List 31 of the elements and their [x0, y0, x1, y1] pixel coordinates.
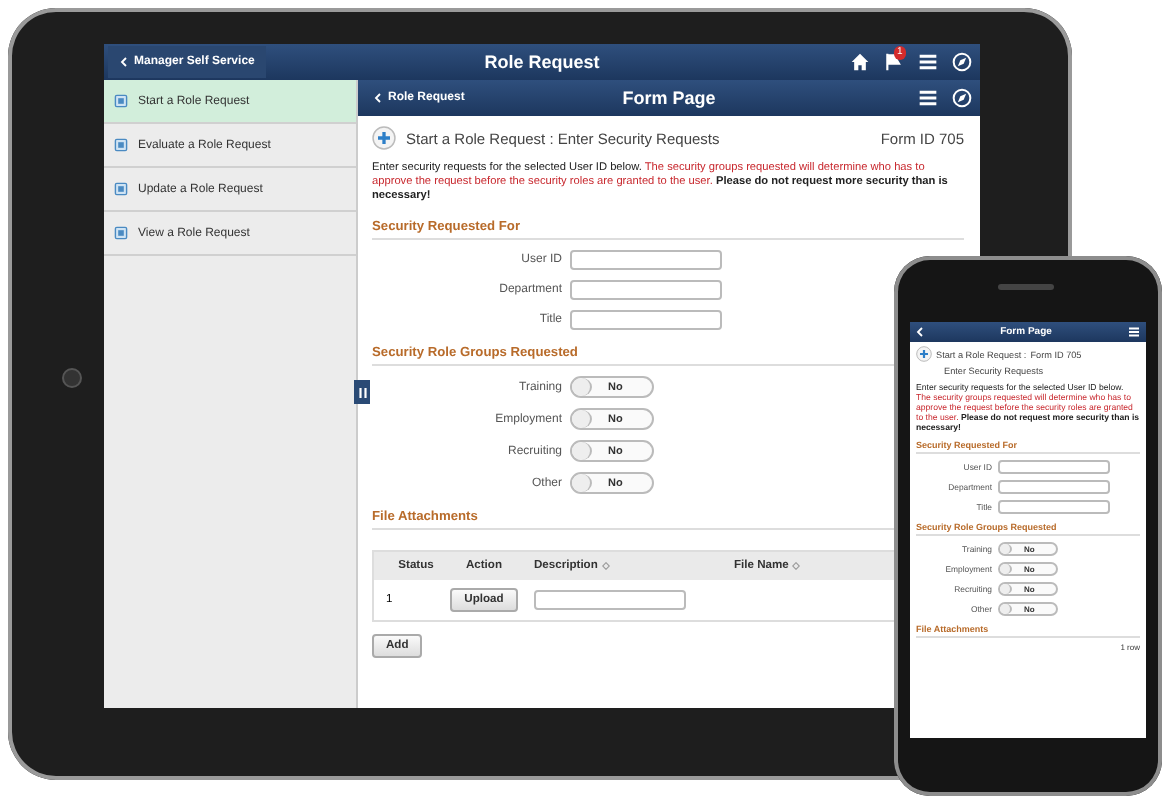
- add-icon: [916, 346, 932, 362]
- pause-icon: [357, 385, 367, 399]
- compass-icon[interactable]: [952, 88, 972, 108]
- input-field[interactable]: [998, 500, 1110, 514]
- flag-icon[interactable]: [884, 52, 904, 72]
- document-icon: [114, 138, 128, 152]
- document-icon: [114, 94, 128, 108]
- home-icon[interactable]: [850, 52, 870, 72]
- collapse-handle[interactable]: [354, 380, 370, 404]
- back-icon[interactable]: [916, 326, 924, 338]
- menu-icon[interactable]: [918, 88, 938, 108]
- sort-icon: [792, 562, 801, 570]
- chevron-icon: [120, 56, 128, 68]
- add-icon: [372, 126, 396, 150]
- camera-icon: [62, 368, 82, 388]
- compass-icon[interactable]: [952, 52, 972, 72]
- sort-icon: [601, 562, 610, 570]
- input-field[interactable]: [570, 310, 722, 330]
- input-field[interactable]: [570, 280, 722, 300]
- chevron-icon: [374, 92, 382, 104]
- document-icon: [114, 182, 128, 196]
- page-title: Role Request: [484, 52, 600, 72]
- input-field[interactable]: [570, 250, 722, 270]
- input-field[interactable]: [998, 460, 1110, 474]
- description-field[interactable]: [534, 590, 686, 610]
- form-title: Form Page: [622, 88, 716, 108]
- speaker-icon: [998, 284, 1054, 290]
- document-icon: [114, 226, 128, 240]
- menu-icon[interactable]: [1128, 326, 1140, 338]
- menu-icon[interactable]: [918, 52, 938, 72]
- input-field[interactable]: [998, 480, 1110, 494]
